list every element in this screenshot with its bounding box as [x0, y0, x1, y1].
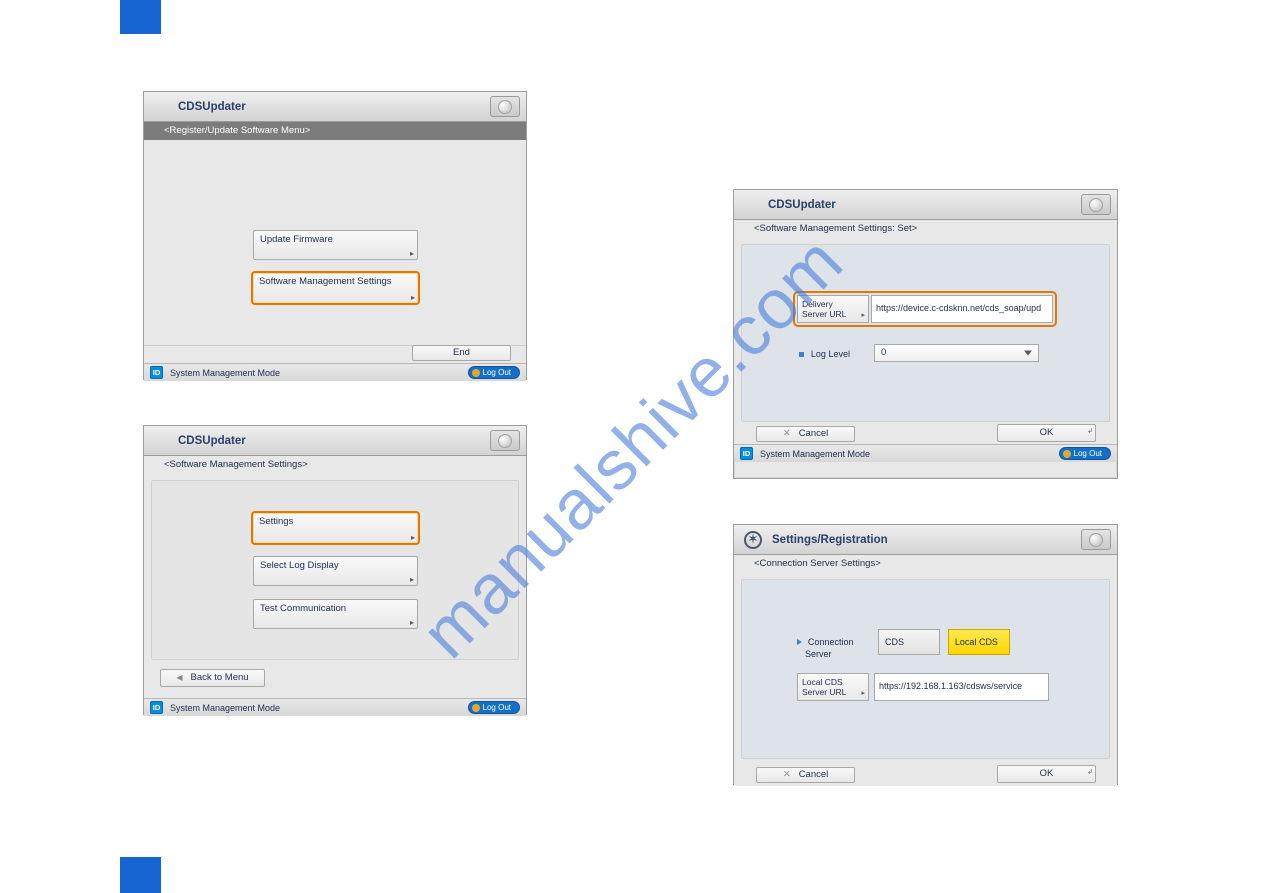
globe-icon — [498, 434, 512, 448]
connection-server-options: CDS Local CDS — [878, 629, 1010, 655]
gear-icon — [744, 531, 762, 549]
cancel-button[interactable]: ✕ Cancel — [756, 767, 855, 783]
bullet-icon — [799, 352, 804, 357]
status-footer: ID System Management Mode Log Out — [144, 363, 526, 381]
button-label: Cancel — [799, 769, 829, 780]
label-line2: Server URL — [802, 309, 846, 319]
chevron-right-icon: ▸ — [861, 689, 865, 699]
close-icon: ✕ — [783, 769, 791, 780]
globe-icon — [1089, 533, 1103, 547]
local-url-button[interactable]: Local CDS Server URL ▸ — [797, 673, 869, 701]
decorative-block-top — [120, 0, 161, 34]
chevron-right-icon: ▸ — [411, 533, 415, 542]
enter-icon: ↲ — [1087, 765, 1093, 781]
dropdown-value: 0 — [881, 347, 886, 358]
language-button[interactable] — [490, 430, 520, 451]
button-label: OK — [1040, 768, 1054, 779]
chevron-right-icon: ▸ — [861, 311, 865, 321]
titlebar: CDSUpdater — [144, 426, 526, 456]
connection-server-label: Connection Server — [797, 636, 857, 660]
titlebar: CDSUpdater — [734, 190, 1117, 220]
breadcrumb: <Software Management Settings> — [144, 456, 526, 474]
enter-icon: ↲ — [1087, 424, 1093, 440]
option-local-cds[interactable]: Local CDS — [948, 629, 1010, 655]
label-line2: Server — [805, 649, 832, 659]
app-title: CDSUpdater — [178, 92, 246, 122]
cancel-button[interactable]: ✕ Cancel — [756, 426, 855, 442]
mode-label: System Management Mode — [170, 699, 280, 717]
label-line1: Local CDS — [802, 677, 843, 687]
panel-software-mgmt-settings: CDSUpdater <Software Management Settings… — [143, 425, 527, 715]
loglevel-dropdown[interactable]: 0 — [874, 344, 1039, 362]
test-communication-button[interactable]: Test Communication ▸ — [253, 599, 418, 629]
delivery-url-group: Delivery Server URL ▸ https://device.c-c… — [793, 291, 1057, 327]
chevron-right-icon: ▸ — [410, 575, 414, 584]
back-arrow-icon: ◀ — [176, 673, 182, 682]
language-button[interactable] — [1081, 529, 1111, 550]
local-url-group: Local CDS Server URL ▸ https://192.168.1… — [797, 673, 1049, 701]
button-label: Software Management Settings — [259, 276, 392, 287]
bullet-icon — [797, 639, 802, 645]
button-label: Back to Menu — [190, 672, 248, 683]
logout-button[interactable]: Log Out — [1059, 447, 1111, 460]
chevron-right-icon: ▸ — [411, 293, 415, 302]
button-label: OK — [1040, 427, 1054, 438]
status-footer: ID System Management Mode Log Out — [144, 698, 526, 716]
chevron-down-icon — [1024, 351, 1032, 356]
button-label: Settings — [259, 516, 293, 527]
globe-icon — [498, 100, 512, 114]
delivery-url-field[interactable]: https://device.c-cdsknn.net/cds_soap/upd — [871, 295, 1053, 323]
label-line1: Delivery — [802, 299, 833, 309]
breadcrumb: <Connection Server Settings> — [734, 555, 1117, 573]
settings-button[interactable]: Settings ▸ — [251, 511, 420, 545]
label-line1: Connection — [808, 637, 854, 647]
loglevel-row: Log Level — [799, 348, 850, 360]
panel-connection-server: Settings/Registration <Connection Server… — [733, 524, 1118, 785]
back-button[interactable]: ◀ Back to Menu — [160, 669, 265, 687]
mode-label: System Management Mode — [170, 364, 280, 382]
breadcrumb: <Software Management Settings: Set> — [734, 220, 1117, 238]
end-button[interactable]: End — [412, 345, 511, 361]
titlebar: Settings/Registration — [734, 525, 1117, 555]
button-label: Select Log Display — [260, 560, 339, 571]
local-url-field[interactable]: https://192.168.1.163/cdsws/service — [874, 673, 1049, 701]
option-cds[interactable]: CDS — [878, 629, 940, 655]
button-label: Update Firmware — [260, 234, 333, 245]
ok-button[interactable]: OK ↲ — [997, 424, 1096, 442]
chevron-right-icon: ▸ — [410, 249, 414, 258]
button-label: Test Communication — [260, 603, 346, 614]
chevron-right-icon: ▸ — [410, 618, 414, 627]
language-button[interactable] — [1081, 194, 1111, 215]
id-badge-icon: ID — [150, 701, 163, 714]
app-title: Settings/Registration — [772, 525, 888, 555]
id-badge-icon: ID — [150, 366, 163, 379]
panel-settings-set: CDSUpdater <Software Management Settings… — [733, 189, 1118, 479]
loglevel-label: Log Level — [811, 349, 850, 359]
decorative-block-bottom — [120, 857, 161, 893]
globe-icon — [1089, 198, 1103, 212]
update-firmware-button[interactable]: Update Firmware ▸ — [253, 230, 418, 260]
delivery-url-button[interactable]: Delivery Server URL ▸ — [797, 295, 869, 323]
mode-label: System Management Mode — [760, 445, 870, 463]
app-title: CDSUpdater — [178, 426, 246, 456]
select-log-display-button[interactable]: Select Log Display ▸ — [253, 556, 418, 586]
logout-button[interactable]: Log Out — [468, 701, 520, 714]
ok-button[interactable]: OK ↲ — [997, 765, 1096, 783]
logout-button[interactable]: Log Out — [468, 366, 520, 379]
language-button[interactable] — [490, 96, 520, 117]
label-line2: Server URL — [802, 687, 846, 697]
button-label: Cancel — [799, 428, 829, 439]
app-title: CDSUpdater — [768, 190, 836, 220]
panel-register-update-menu: CDSUpdater <Register/Update Software Men… — [143, 91, 527, 380]
status-footer: ID System Management Mode Log Out — [734, 444, 1117, 462]
software-mgmt-settings-button[interactable]: Software Management Settings ▸ — [251, 271, 420, 305]
titlebar: CDSUpdater — [144, 92, 526, 122]
close-icon: ✕ — [783, 428, 791, 439]
breadcrumb: <Register/Update Software Menu> — [144, 122, 526, 140]
id-badge-icon: ID — [740, 447, 753, 460]
